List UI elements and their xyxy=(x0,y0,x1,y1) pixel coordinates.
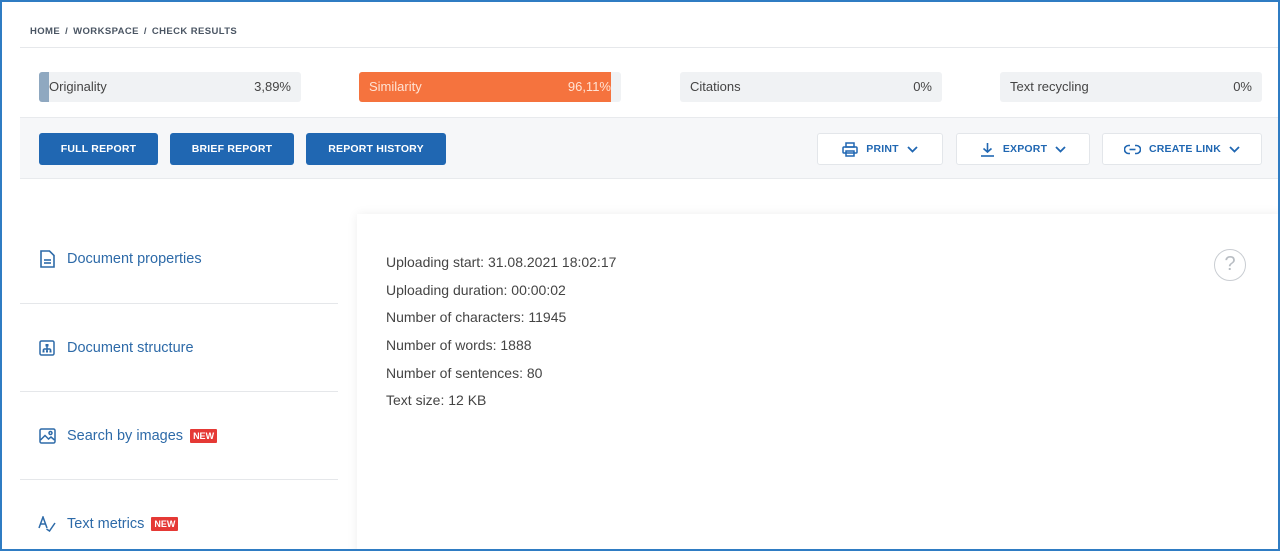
structure-icon xyxy=(38,339,56,357)
app-frame: HOME / WORKSPACE / CHECK RESULTS Originality… xyxy=(0,0,1280,551)
originality-label: Originality xyxy=(49,79,107,94)
sidebar-item-label: Text metrics xyxy=(67,516,145,532)
citations-value: 0% xyxy=(913,79,932,94)
sidebar-item-text-metrics[interactable]: Text metrics NEW xyxy=(20,480,338,549)
number-of-characters: Number of characters: 11945 xyxy=(386,309,567,325)
sidebar-item-label: Document properties xyxy=(67,251,202,267)
number-of-words: Number of words: 1888 xyxy=(386,337,532,353)
create-link-button[interactable]: CREATE LINK xyxy=(1102,133,1262,165)
export-button[interactable]: EXPORT xyxy=(956,133,1090,165)
uploading-start: Uploading start: 31.08.2021 18:02:17 xyxy=(386,254,617,270)
sidebar-item-label: Document structure xyxy=(67,340,194,356)
full-report-button[interactable]: FULL REPORT xyxy=(39,133,158,165)
breadcrumb: HOME / WORKSPACE / CHECK RESULTS xyxy=(30,26,237,37)
printer-icon xyxy=(842,141,858,157)
citations-bar[interactable]: Citations 0% xyxy=(680,72,942,102)
text-recycling-label: Text recycling xyxy=(1010,79,1089,94)
text-recycling-value: 0% xyxy=(1233,79,1252,94)
header-divider xyxy=(20,47,1278,48)
chevron-down-icon xyxy=(907,145,918,153)
create-link-label: CREATE LINK xyxy=(1148,143,1221,155)
originality-value: 3,89% xyxy=(254,79,291,94)
link-icon xyxy=(1123,144,1141,154)
sidebar-item-document-properties[interactable]: Document properties xyxy=(20,215,338,303)
sidebar-item-search-by-images[interactable]: Search by images NEW xyxy=(20,392,338,480)
uploading-duration: Uploading duration: 00:00:02 xyxy=(386,282,566,298)
new-badge: NEW xyxy=(151,517,179,531)
print-label: PRINT xyxy=(866,143,899,155)
chevron-down-icon xyxy=(1055,145,1066,153)
report-history-button[interactable]: REPORT HISTORY xyxy=(306,133,446,165)
citations-label: Citations xyxy=(690,79,741,94)
document-properties-panel: Uploading start: 31.08.2021 18:02:17 Upl… xyxy=(357,214,1278,549)
breadcrumb-home[interactable]: HOME xyxy=(30,26,60,37)
help-icon[interactable]: ? xyxy=(1214,249,1246,281)
text-metrics-icon xyxy=(38,515,56,533)
breadcrumb-separator: / xyxy=(65,26,69,37)
download-icon xyxy=(980,142,994,157)
sidebar-item-document-structure[interactable]: Document structure xyxy=(20,304,338,392)
originality-fill xyxy=(39,72,50,102)
originality-bar[interactable]: Originality 3,89% xyxy=(39,72,301,102)
image-icon xyxy=(38,427,56,445)
report-toolbar: FULL REPORT BRIEF REPORT REPORT HISTORY … xyxy=(20,117,1278,179)
similarity-value: 96,11% xyxy=(567,79,611,94)
new-badge: NEW xyxy=(190,429,218,443)
chevron-down-icon xyxy=(1229,145,1240,153)
similarity-bar[interactable]: Similarity 96,11% xyxy=(359,72,621,102)
sidebar-item-label: Search by images xyxy=(67,428,184,444)
text-recycling-bar[interactable]: Text recycling 0% xyxy=(1000,72,1262,102)
similarity-label: Similarity xyxy=(369,79,422,94)
breadcrumb-current: CHECK RESULTS xyxy=(151,26,238,37)
print-button[interactable]: PRINT xyxy=(817,133,943,165)
document-icon xyxy=(38,250,56,268)
number-of-sentences: Number of sentences: 80 xyxy=(386,365,543,381)
export-label: EXPORT xyxy=(1002,143,1048,155)
brief-report-button[interactable]: BRIEF REPORT xyxy=(170,133,294,165)
breadcrumb-workspace[interactable]: WORKSPACE xyxy=(73,26,139,37)
text-size: Text size: 12 KB xyxy=(386,392,487,408)
breadcrumb-separator: / xyxy=(143,26,147,37)
